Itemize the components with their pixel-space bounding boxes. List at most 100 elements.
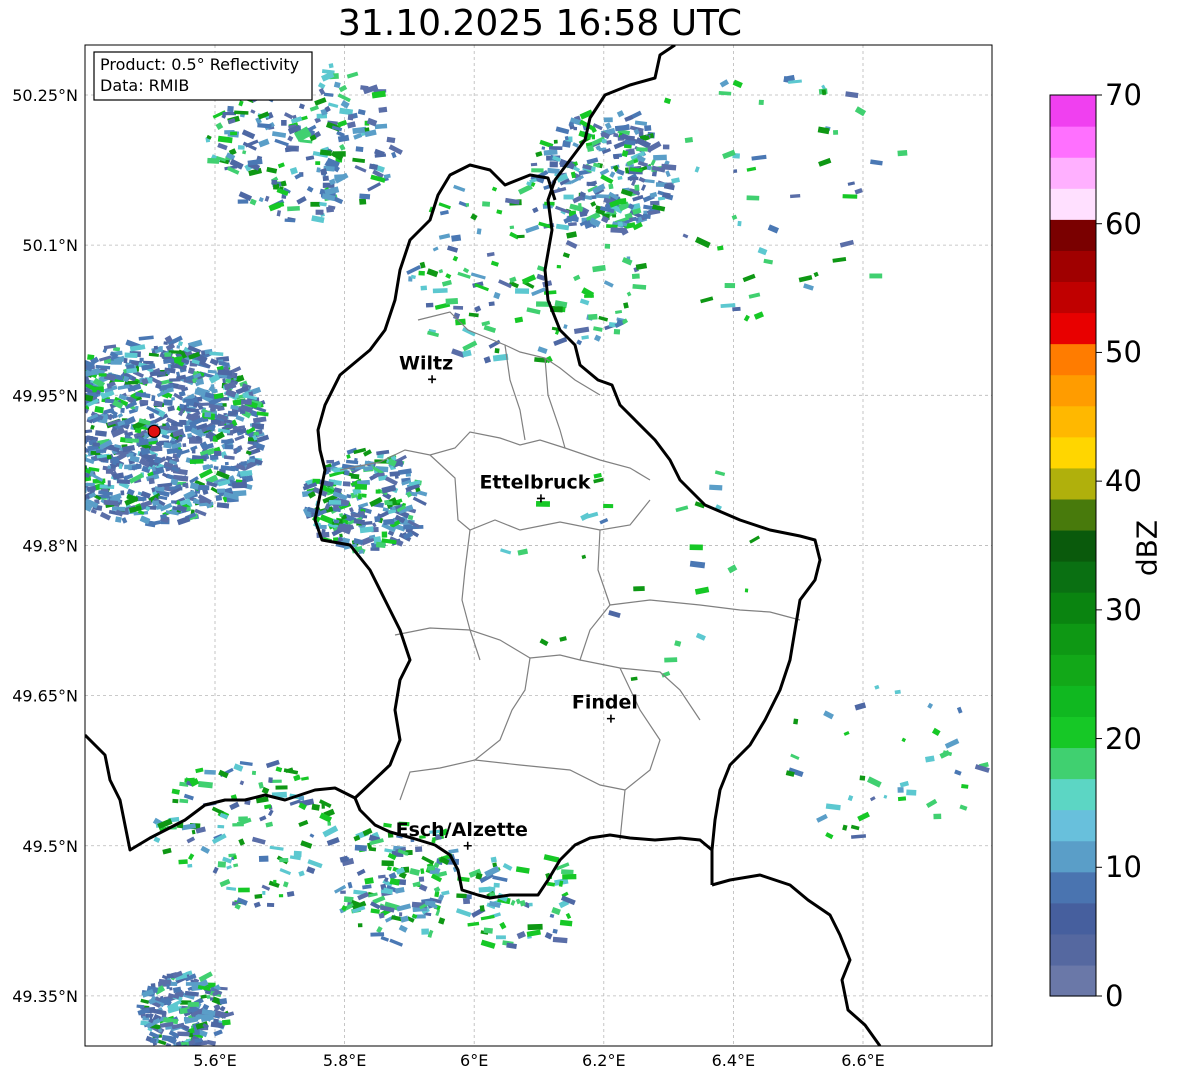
- lon-tick-label: 5.6°E: [193, 1051, 237, 1070]
- echo-cell: [105, 468, 114, 474]
- echo-cell: [842, 824, 848, 831]
- colorbar-segment: [1050, 778, 1096, 811]
- colorbar-tick-label: 60: [1105, 206, 1142, 241]
- echo-cell: [407, 514, 414, 521]
- colorbar-tick-label: 30: [1105, 592, 1142, 627]
- colorbar-tick-label: 0: [1105, 979, 1124, 1013]
- city-marker-icon: [428, 375, 437, 384]
- echo-cell: [718, 91, 732, 96]
- city-marker-icon: [463, 841, 472, 850]
- echo-cell: [360, 85, 369, 91]
- echo-cell: [85, 482, 95, 487]
- echo-cell: [897, 149, 908, 157]
- echo-cell: [625, 167, 630, 174]
- echo-cell: [383, 173, 391, 179]
- echo-cell: [58, 438, 64, 444]
- echo-cell: [310, 201, 321, 207]
- echo-cell: [250, 109, 256, 114]
- echo-cell: [79, 398, 84, 404]
- echo-cell: [386, 136, 396, 144]
- echo-cell: [593, 477, 604, 484]
- echo-cell: [851, 834, 867, 839]
- echo-cell: [541, 146, 546, 150]
- echo-cell: [562, 140, 571, 148]
- echo-cell: [537, 346, 548, 354]
- echo-cell: [441, 890, 450, 896]
- echo-cell: [238, 887, 250, 893]
- echo-cell: [591, 134, 595, 140]
- echo-cell: [370, 932, 385, 937]
- colorbar-segment: [1050, 188, 1096, 220]
- echo-cell: [456, 893, 467, 899]
- echo-cell: [281, 120, 287, 126]
- echo-cell: [200, 994, 208, 999]
- echo-cell: [391, 151, 397, 159]
- echo-cell: [644, 125, 652, 132]
- colorbar-segment: [1050, 933, 1096, 966]
- echo-cell: [709, 484, 723, 491]
- echo-cell: [381, 531, 388, 538]
- lon-tick-label: 6.2°E: [582, 1051, 626, 1070]
- colorbar-segment: [1050, 281, 1096, 314]
- echo-cell: [55, 407, 62, 411]
- echo-cell: [107, 465, 112, 470]
- echo-cell: [54, 404, 62, 411]
- city-label: Ettelbruck: [479, 471, 590, 493]
- echo-cell: [565, 240, 578, 249]
- echo-cell: [857, 811, 870, 822]
- echo-cell: [514, 316, 524, 324]
- echo-cell: [269, 845, 284, 851]
- echo-cell: [663, 97, 672, 105]
- echo-cell: [714, 470, 726, 477]
- echo-cell: [462, 267, 470, 274]
- city-findel: Findel: [572, 692, 638, 723]
- lon-tick-label: 6.4°E: [712, 1051, 756, 1070]
- echo-cell: [238, 816, 248, 822]
- echo-cell: [317, 82, 326, 90]
- echo-cell: [381, 484, 397, 494]
- echo-cell: [576, 339, 583, 346]
- echo-cell: [115, 516, 122, 523]
- echo-cell: [322, 825, 339, 838]
- echo-cell: [894, 689, 901, 695]
- echo-cell: [515, 866, 530, 874]
- city-layer: Wiltz Ettelbruck Findel Esch/Alzette: [396, 352, 638, 850]
- colorbar-label: dBZ: [1130, 519, 1164, 577]
- echo-cell: [462, 898, 471, 905]
- echo-cell: [279, 867, 292, 876]
- echo-cell: [219, 1005, 226, 1012]
- echo-cell: [606, 139, 612, 145]
- echo-cell: [559, 636, 567, 642]
- echo-cell: [901, 737, 907, 743]
- echo-cell: [555, 126, 570, 135]
- echo-cell: [354, 844, 367, 852]
- echo-cell: [689, 560, 706, 569]
- echo-cell: [553, 139, 558, 144]
- echo-cell: [293, 774, 301, 782]
- colorbar-segment: [1050, 343, 1096, 376]
- echo-cell: [590, 201, 597, 207]
- city-esch-alzette: Esch/Alzette: [396, 819, 528, 850]
- colorbar-segment: [1050, 498, 1096, 531]
- echo-cell: [617, 176, 623, 181]
- echo-cell: [451, 234, 462, 242]
- echo-cell: [646, 165, 652, 171]
- echo-cell: [204, 769, 216, 775]
- echo-cell: [78, 453, 82, 457]
- echo-cell: [67, 374, 80, 379]
- echo-cell: [399, 912, 403, 917]
- echo-cell: [256, 411, 269, 417]
- echo-cell: [361, 493, 367, 498]
- echo-cell: [138, 335, 154, 341]
- echo-cell: [491, 186, 498, 192]
- echo-cell: [490, 856, 497, 863]
- echo-cell: [479, 905, 485, 912]
- echo-cell: [55, 476, 62, 480]
- echo-cell: [563, 194, 574, 200]
- colorbar-segment: [1050, 840, 1096, 873]
- echo-cell: [140, 998, 150, 1004]
- echo-cell: [561, 869, 574, 875]
- echo-cell: [187, 1001, 199, 1007]
- echo-cell: [177, 340, 184, 347]
- echo-cell: [72, 450, 83, 458]
